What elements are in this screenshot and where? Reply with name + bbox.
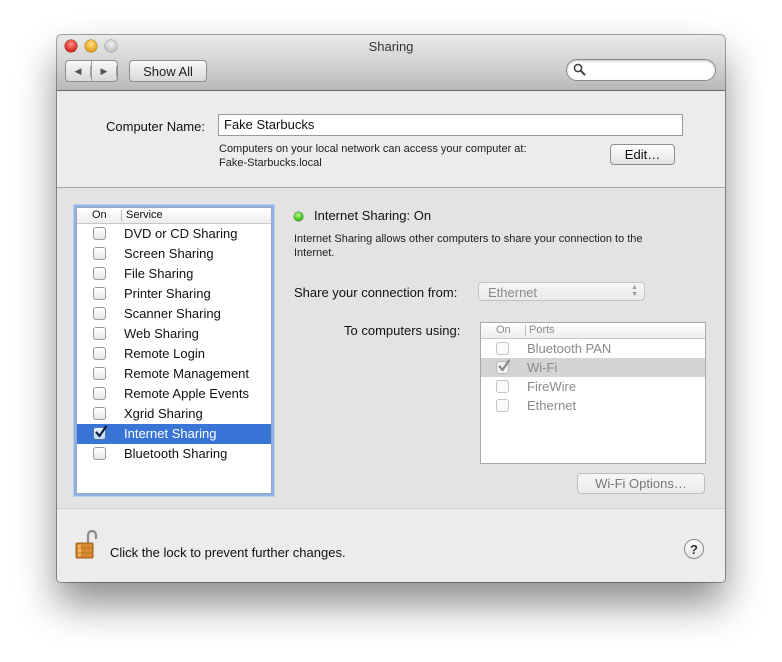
service-label: Internet Sharing xyxy=(124,426,217,441)
main-section: On Service DVD or CD Sharing Screen Shari… xyxy=(57,188,725,509)
description-line-2: Internet. xyxy=(294,247,335,259)
sharing-window: Sharing ◀ ▶ Show All Computer Name: Fake… xyxy=(57,35,725,582)
ports-list[interactable]: On Ports Bluetooth PAN Wi-Fi FireWire Ether… xyxy=(480,322,706,464)
share-from-select[interactable]: Ethernet ▲ ▼ xyxy=(478,282,645,301)
service-checkbox[interactable] xyxy=(93,387,106,400)
service-label: Printer Sharing xyxy=(124,286,211,301)
service-row[interactable]: Screen Sharing xyxy=(77,244,271,264)
checkmark-icon xyxy=(498,359,511,372)
service-label: Remote Login xyxy=(124,346,205,361)
service-checkbox[interactable] xyxy=(93,227,106,240)
service-checkbox[interactable] xyxy=(93,407,106,420)
search-field[interactable] xyxy=(566,59,716,81)
service-row[interactable]: Remote Login xyxy=(77,344,271,364)
service-label: Remote Apple Events xyxy=(124,386,250,401)
up-down-arrows-icon: ▲ ▼ xyxy=(631,284,638,298)
computer-name-help: Computers on your local network can acce… xyxy=(219,142,527,170)
port-checkbox[interactable] xyxy=(496,342,509,355)
service-label: File Sharing xyxy=(124,266,194,281)
back-forward-control: ◀ ▶ xyxy=(65,60,118,82)
column-header-on[interactable]: On xyxy=(92,209,107,221)
status-indicator-icon xyxy=(294,212,303,221)
port-label: FireWire xyxy=(527,379,577,394)
port-row[interactable]: FireWire xyxy=(481,377,705,396)
back-icon: ◀ xyxy=(66,65,91,77)
service-checkbox[interactable] xyxy=(93,447,106,460)
service-row[interactable]: File Sharing xyxy=(77,264,271,284)
port-row[interactable]: Bluetooth PAN xyxy=(481,339,705,358)
service-row[interactable]: Bluetooth Sharing xyxy=(77,444,271,464)
service-checkbox[interactable] xyxy=(93,247,106,260)
column-header-on[interactable]: On xyxy=(496,324,511,336)
service-list[interactable]: On Service DVD or CD Sharing Screen Shari… xyxy=(76,207,272,494)
computer-name-input[interactable]: Fake Starbucks xyxy=(218,114,683,136)
service-list-header: On Service xyxy=(77,208,271,224)
service-row[interactable]: Remote Apple Events xyxy=(77,384,271,404)
column-header-ports[interactable]: Ports xyxy=(525,325,555,336)
title-bar: Sharing ◀ ▶ Show All xyxy=(57,35,725,91)
edit-button[interactable]: Edit… xyxy=(610,144,675,165)
service-row[interactable]: DVD or CD Sharing xyxy=(77,224,271,244)
forward-button[interactable]: ▶ xyxy=(92,61,117,81)
service-checkbox[interactable] xyxy=(93,347,106,360)
service-row[interactable]: Xgrid Sharing xyxy=(77,404,271,424)
window-title: Sharing xyxy=(368,39,414,54)
service-label: Screen Sharing xyxy=(124,246,214,261)
port-row[interactable]: Ethernet xyxy=(481,396,705,415)
service-label: Web Sharing xyxy=(124,326,199,341)
service-row[interactable]: Remote Management xyxy=(77,364,271,384)
service-checkbox[interactable] xyxy=(93,267,106,280)
checkmark-icon xyxy=(95,425,108,438)
lock-message: Click the lock to prevent further change… xyxy=(110,545,346,560)
share-from-value: Ethernet xyxy=(488,285,538,300)
port-label: Bluetooth PAN xyxy=(527,341,612,356)
computer-name-section: Computer Name: Fake Starbucks Computers … xyxy=(57,91,725,188)
service-label: Xgrid Sharing xyxy=(124,406,203,421)
computer-name-label: Computer Name: xyxy=(106,119,205,134)
port-checkbox[interactable] xyxy=(496,380,509,393)
help-button[interactable]: ? xyxy=(684,539,704,559)
service-status: Internet Sharing: On xyxy=(314,208,432,223)
service-row[interactable]: Web Sharing xyxy=(77,324,271,344)
help-line-1: Computers on your local network can acce… xyxy=(219,143,527,155)
local-hostname: Fake-Starbucks.local xyxy=(219,157,322,169)
service-checkbox[interactable] xyxy=(93,327,106,340)
service-description: Internet Sharing allows other computers … xyxy=(294,232,694,260)
ports-list-header: On Ports xyxy=(481,323,705,339)
service-row[interactable]: Scanner Sharing xyxy=(77,304,271,324)
service-label: Bluetooth Sharing xyxy=(124,446,228,461)
service-label: DVD or CD Sharing xyxy=(124,226,238,241)
wifi-options-button[interactable]: Wi-Fi Options… xyxy=(577,473,705,494)
forward-icon: ▶ xyxy=(92,65,117,77)
service-row[interactable]: Internet Sharing xyxy=(77,424,271,444)
share-from-label: Share your connection from: xyxy=(294,285,458,300)
description-line-1: Internet Sharing allows other computers … xyxy=(294,233,643,245)
service-checkbox[interactable] xyxy=(93,287,106,300)
port-checkbox[interactable] xyxy=(496,359,511,374)
column-header-service[interactable]: Service xyxy=(121,210,163,221)
service-checkbox[interactable] xyxy=(93,307,106,320)
port-checkbox[interactable] xyxy=(496,399,509,412)
search-icon xyxy=(573,63,586,76)
back-button[interactable]: ◀ xyxy=(66,61,92,81)
service-row[interactable]: Printer Sharing xyxy=(77,284,271,304)
port-label: Ethernet xyxy=(527,398,577,413)
footer: Click the lock to prevent further change… xyxy=(57,509,725,582)
port-label: Wi-Fi xyxy=(527,360,558,375)
service-label: Scanner Sharing xyxy=(124,306,221,321)
port-row[interactable]: Wi-Fi xyxy=(481,358,705,377)
service-label: Remote Management xyxy=(124,366,250,381)
service-checkbox[interactable] xyxy=(93,425,108,440)
to-computers-label: To computers using: xyxy=(344,323,461,338)
service-checkbox[interactable] xyxy=(93,367,106,380)
show-all-button[interactable]: Show All xyxy=(129,60,207,82)
lock-open-icon[interactable] xyxy=(74,530,102,560)
